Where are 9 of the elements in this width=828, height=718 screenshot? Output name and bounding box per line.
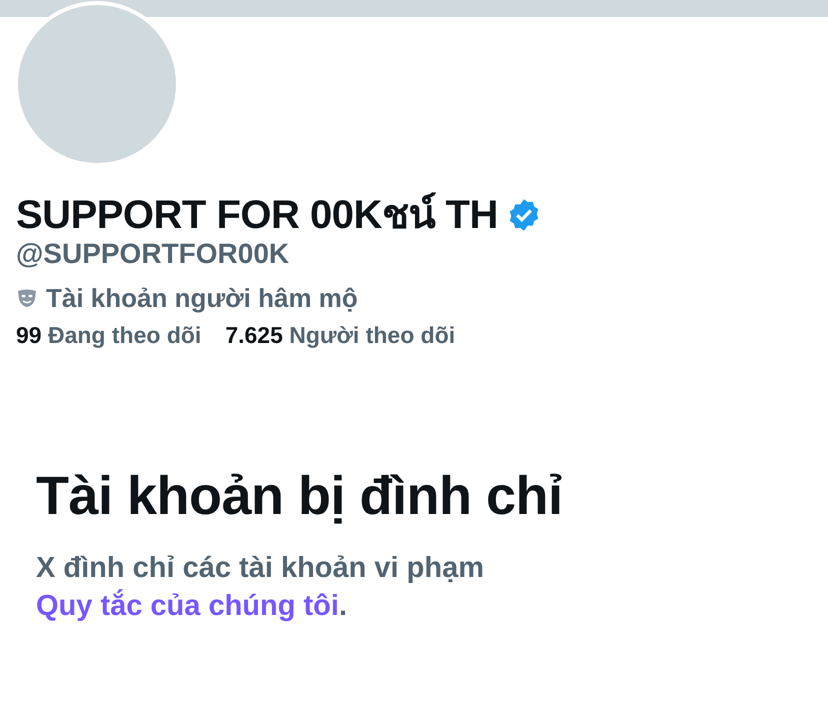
follow-count-link[interactable]: 7.625 Người theo dõi [225,318,456,352]
suspension-message: X đình chỉ các tài khoản vi phạm Quy tắc của chúng tôi. [36,551,485,624]
rules-link[interactable]: Quy tắc của chúng tôi [36,590,339,622]
mask-icon [16,287,38,310]
suspension-title: Tài khoản bị đình chỉ [36,467,564,526]
account-type-label: Tài khoản người hâm mộ [46,282,358,315]
profile-handle: @SUPPORTFOR00K [16,237,290,271]
profile-name: SUPPORT FOR 00Kชน์ TH [16,193,498,237]
follow-count-link[interactable]: 99 Đang theo dõi [16,318,202,352]
